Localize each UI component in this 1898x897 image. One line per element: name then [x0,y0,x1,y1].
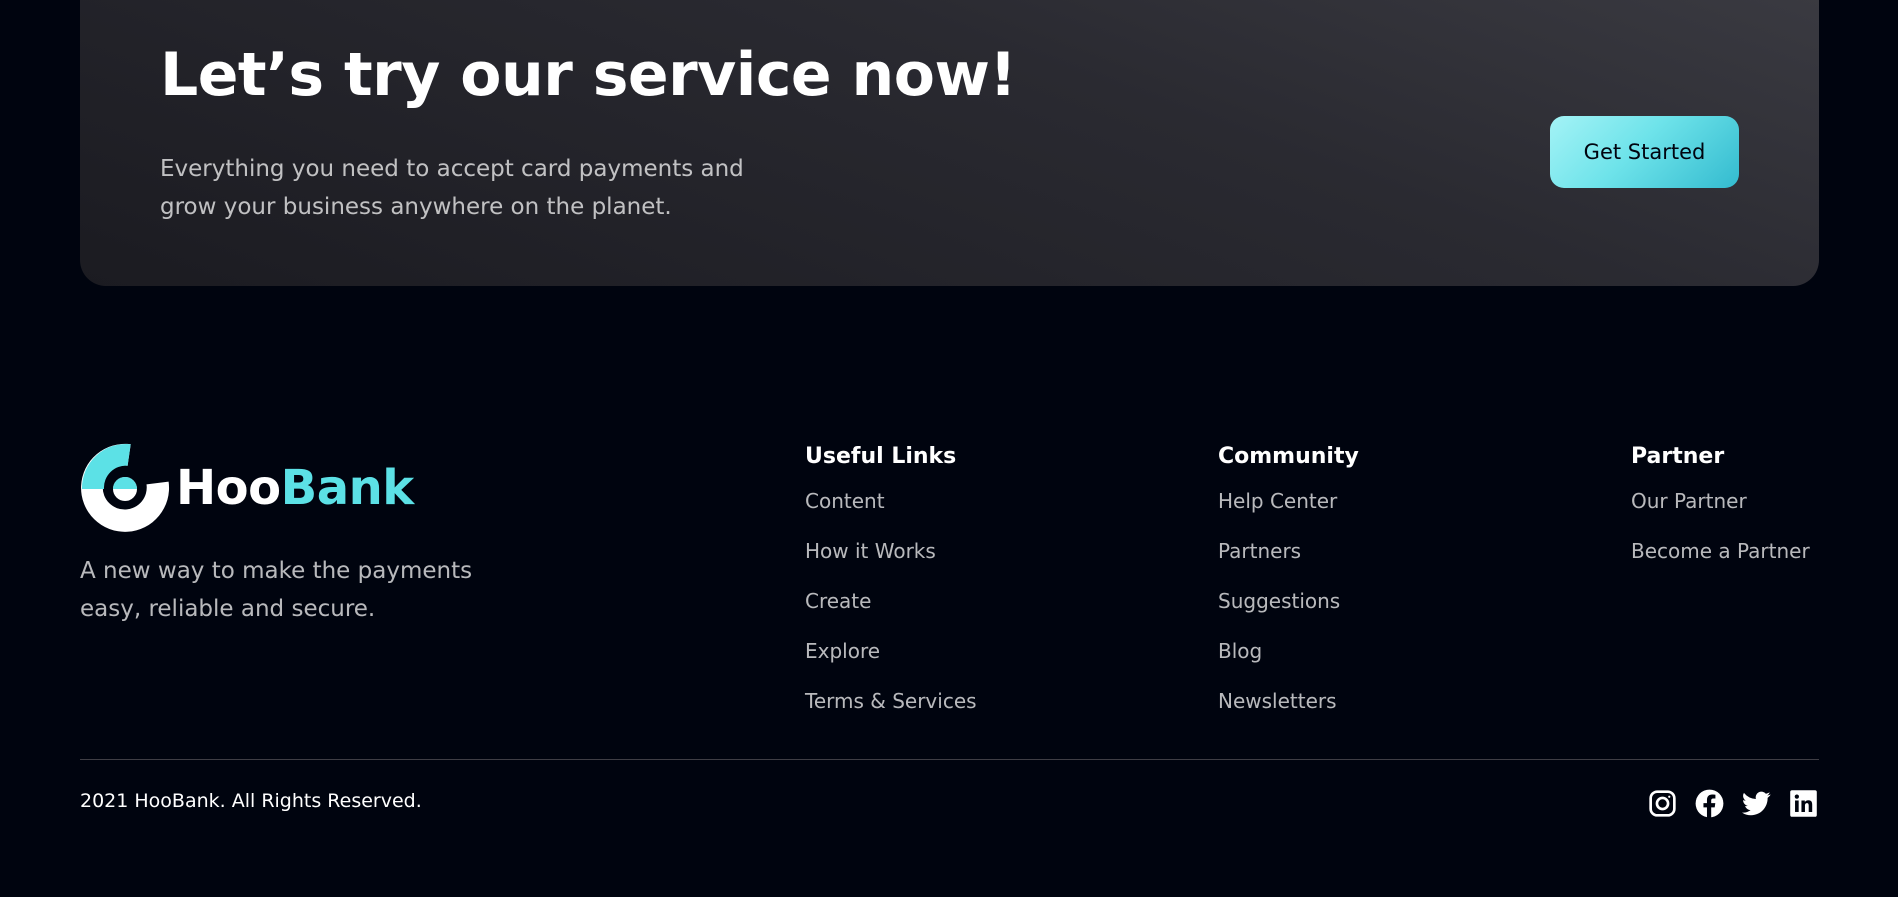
hoobank-logo-icon [81,443,170,532]
copyright-text: 2021 HooBank. All Rights Reserved. [80,790,422,812]
footer-link-how-it-works[interactable]: How it Works [805,539,977,589]
footer-link-explore[interactable]: Explore [805,639,977,689]
hoobank-logo[interactable]: Hoo Bank [80,443,414,533]
footer-link-become-a-partner[interactable]: Become a Partner [1631,539,1810,589]
footer-column-community: Community Help Center Partners Suggestio… [1218,442,1359,739]
footer-link-blog[interactable]: Blog [1218,639,1359,689]
linkedin-icon[interactable] [1789,789,1818,818]
footer-link-content[interactable]: Content [805,489,977,539]
facebook-icon[interactable] [1695,789,1724,818]
footer-link-list: Content How it Works Create Explore Term… [805,489,977,739]
social-links [1648,789,1818,818]
footer-link-newsletters[interactable]: Newsletters [1218,689,1359,739]
footer-column-useful-links: Useful Links Content How it Works Create… [805,442,977,739]
cta-description: Everything you need to accept card payme… [160,156,744,220]
footer-link-list: Our Partner Become a Partner [1631,489,1810,589]
brand-name-part2: Bank [280,460,415,516]
footer-column-partner: Partner Our Partner Become a Partner [1631,442,1810,589]
page: Let’s try our service now! Everything yo… [0,0,1898,897]
footer-column-title: Partner [1631,444,1725,469]
brand-tagline: A new way to make the payments easy, rel… [80,558,473,622]
footer-divider [80,759,1819,760]
footer-column-title: Community [1218,444,1359,469]
twitter-icon[interactable] [1742,789,1771,818]
footer-link-create[interactable]: Create [805,589,977,639]
cta-card: Let’s try our service now! Everything yo… [80,0,1819,286]
footer-link-list: Help Center Partners Suggestions Blog Ne… [1218,489,1359,739]
cta-title: Let’s try our service now! [160,40,1017,110]
footer-link-suggestions[interactable]: Suggestions [1218,589,1359,639]
footer-link-our-partner[interactable]: Our Partner [1631,489,1810,539]
brand-name-part1: Hoo [176,460,281,516]
footer-link-partners[interactable]: Partners [1218,539,1359,589]
brand-name: Hoo Bank [176,460,414,516]
instagram-icon[interactable] [1648,789,1677,818]
footer-link-help-center[interactable]: Help Center [1218,489,1359,539]
footer-link-terms-services[interactable]: Terms & Services [805,689,977,739]
get-started-button[interactable]: Get Started [1550,116,1739,188]
footer-column-title: Useful Links [805,444,957,469]
